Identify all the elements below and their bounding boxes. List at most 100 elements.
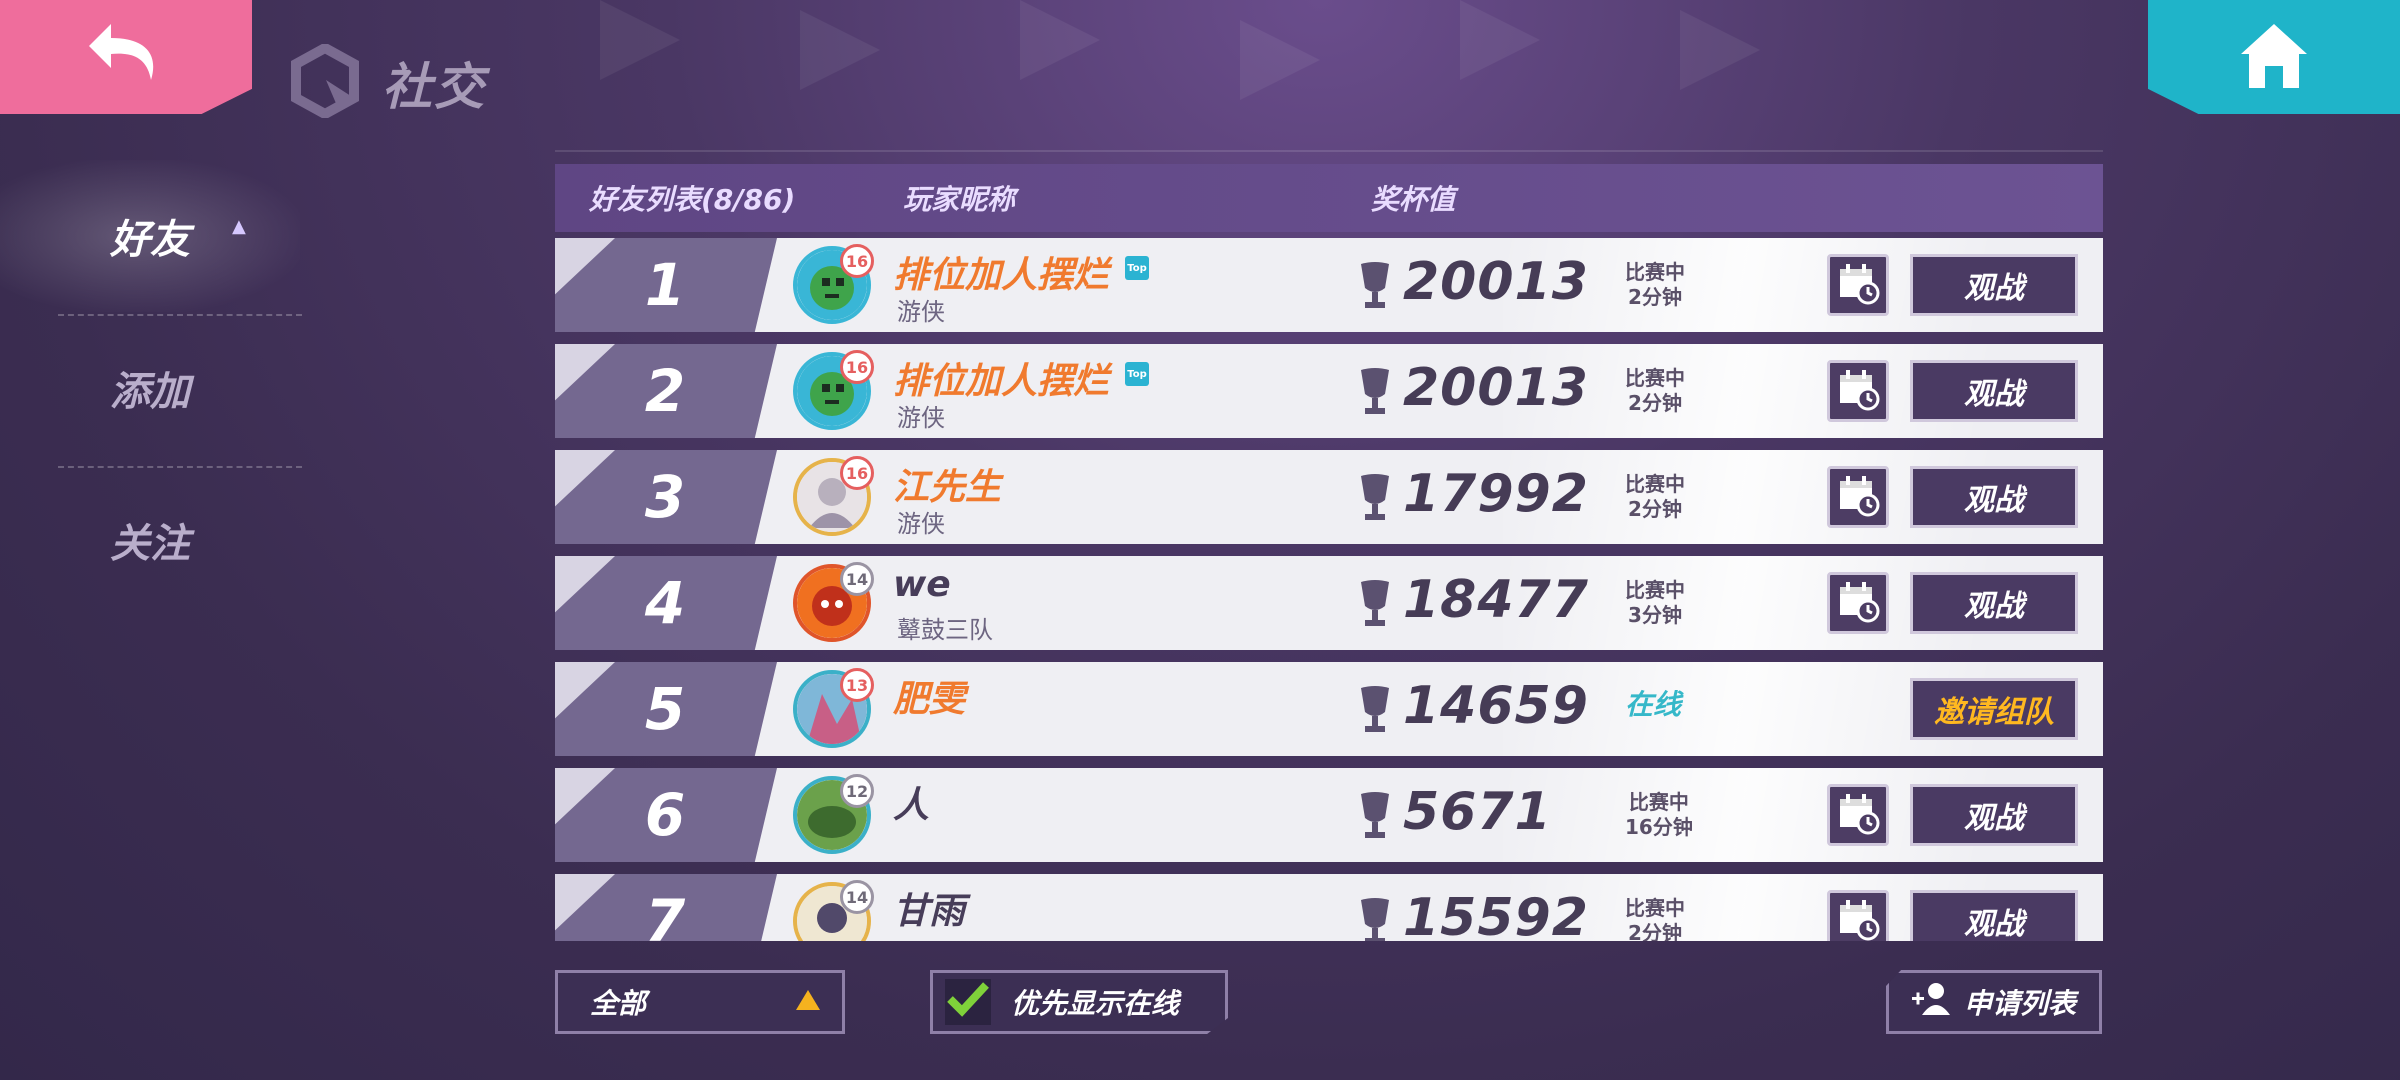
schedule-button[interactable]: [1827, 890, 1889, 941]
table-row[interactable]: 4 14 we 鼙鼓三队 18477 比赛中 3分钟 观战: [555, 556, 2103, 650]
player-nickname: 排位加人摆烂: [893, 361, 1110, 402]
page-title: 社交: [290, 42, 486, 122]
schedule-button[interactable]: [1827, 784, 1889, 846]
filter-value: 全部: [590, 987, 647, 1020]
player-nickname: 人: [893, 785, 930, 826]
player-subtitle: 游侠: [897, 404, 945, 432]
tab-label: 添加: [110, 369, 190, 415]
status-line: 比赛中: [1625, 260, 1685, 284]
calendar-clock-icon: [1836, 473, 1880, 521]
trophy-icon: [1355, 684, 1395, 740]
level-badge: 13: [840, 668, 874, 702]
spectate-button[interactable]: 观战: [1910, 784, 2078, 846]
status-text: 比赛中 3分钟: [1625, 578, 1685, 628]
calendar-clock-icon: [1836, 897, 1880, 941]
hex-logo-icon: [290, 42, 360, 122]
status-line: 比赛中: [1625, 366, 1685, 390]
status-duration: 2分钟: [1628, 497, 1682, 521]
player-subtitle: 游侠: [897, 298, 945, 326]
triangle-up-icon: [794, 986, 822, 1019]
divider: [58, 314, 302, 316]
divider: [58, 466, 302, 468]
table-row[interactable]: 1 16 排位加人摆烂 Top 游侠 20013 比赛中 2分钟 观战: [555, 238, 2103, 332]
level-badge: 14: [840, 880, 874, 914]
player-nickname: 肥雯: [893, 679, 966, 720]
top-badge: Top: [1125, 362, 1149, 386]
rank-number: 1: [644, 251, 686, 319]
trophy-icon: [1355, 790, 1395, 846]
table-row[interactable]: 3 16 江先生 游侠 17992 比赛中 2分钟 观战: [555, 450, 2103, 544]
table-row[interactable]: 7 14 甘雨 15592 比赛中 2分钟 观战: [555, 874, 2103, 941]
rank-number: 3: [644, 463, 686, 531]
tab-friends[interactable]: 好友 ▲: [0, 160, 300, 312]
back-button[interactable]: [0, 0, 252, 114]
calendar-clock-icon: [1836, 261, 1880, 309]
status-duration: 2分钟: [1628, 391, 1682, 415]
table-row[interactable]: 2 16 排位加人摆烂 Top 游侠 20013 比赛中 2分钟 观战: [555, 344, 2103, 438]
check-icon: [946, 979, 990, 1026]
table-row[interactable]: 6 12 人 5671 比赛中 16分钟 观战: [555, 768, 2103, 862]
tab-follow[interactable]: 关注: [0, 464, 300, 616]
trophy-icon: [1355, 472, 1395, 528]
home-button[interactable]: [2148, 0, 2400, 114]
level-badge: 12: [840, 774, 874, 808]
trophy-score: 18477: [1403, 570, 1589, 630]
trophy-score: 20013: [1403, 358, 1589, 418]
status-online: 在线: [1625, 688, 1682, 721]
friend-list[interactable]: 1 16 排位加人摆烂 Top 游侠 20013 比赛中 2分钟 观战 2 16…: [555, 238, 2103, 941]
status-duration: 3分钟: [1628, 603, 1682, 627]
table-row[interactable]: 5 13 肥雯 14659 在线 邀请组队: [555, 662, 2103, 756]
apply-list-button[interactable]: 申请列表: [1886, 970, 2102, 1034]
level-badge: 14: [840, 562, 874, 596]
schedule-button[interactable]: [1827, 466, 1889, 528]
tab-add[interactable]: 添加: [0, 312, 300, 464]
status-line: 比赛中: [1625, 896, 1685, 920]
schedule-button[interactable]: [1827, 254, 1889, 316]
spectate-button[interactable]: 观战: [1910, 360, 2078, 422]
trophy-score: 5671: [1403, 782, 1552, 842]
trophy-score: 14659: [1403, 676, 1589, 736]
back-arrow-icon: [81, 10, 171, 104]
rank-number: 6: [644, 781, 686, 849]
add-user-icon: [1911, 981, 1952, 1024]
status-text: 比赛中 2分钟: [1625, 472, 1685, 522]
schedule-button[interactable]: [1827, 572, 1889, 634]
top-badge: Top: [1125, 256, 1149, 280]
trophy-icon: [1355, 366, 1395, 422]
level-badge: 16: [840, 244, 874, 278]
spectate-button[interactable]: 观战: [1910, 254, 2078, 316]
active-indicator-icon: ▲: [232, 216, 246, 237]
trophy-score: 20013: [1403, 252, 1589, 312]
player-nickname: 江先生: [893, 467, 1002, 508]
status-line: 比赛中: [1625, 472, 1685, 496]
status-text: 比赛中 2分钟: [1625, 366, 1685, 416]
trophy-icon: [1355, 260, 1395, 316]
filter-dropdown[interactable]: 全部: [555, 970, 845, 1034]
calendar-clock-icon: [1836, 791, 1880, 839]
status-duration: 2分钟: [1628, 921, 1682, 941]
trophy-header: 奖杯值: [1371, 183, 1456, 216]
calendar-clock-icon: [1836, 579, 1880, 627]
player-nickname: 甘雨: [893, 891, 966, 932]
prioritize-online-toggle[interactable]: 优先显示在线: [930, 970, 1228, 1034]
checkbox[interactable]: [945, 979, 991, 1025]
tab-label: 好友: [110, 217, 190, 263]
status-line: 比赛中: [1625, 578, 1685, 602]
spectate-button[interactable]: 观战: [1910, 466, 2078, 528]
list-header: 好友列表(8/86) 玩家昵称 奖杯值: [555, 164, 2103, 232]
player-nickname: 排位加人摆烂: [893, 255, 1110, 296]
invite-team-button[interactable]: 邀请组队: [1910, 678, 2078, 740]
player-subtitle: 游侠: [897, 510, 945, 538]
spectate-button[interactable]: 观战: [1910, 572, 2078, 634]
rank-number: 4: [644, 569, 686, 637]
schedule-button[interactable]: [1827, 360, 1889, 422]
level-badge: 16: [840, 456, 874, 490]
player-subtitle: 鼙鼓三队: [897, 616, 993, 644]
apply-list-label: 申请列表: [1963, 987, 2076, 1020]
rank-number: 7: [644, 887, 686, 941]
prioritize-online-label: 优先显示在线: [1011, 987, 1180, 1020]
player-nickname: we: [893, 564, 951, 605]
rank-number: 5: [644, 675, 686, 743]
spectate-button[interactable]: 观战: [1910, 890, 2078, 941]
status-text: 比赛中 2分钟: [1625, 896, 1685, 941]
